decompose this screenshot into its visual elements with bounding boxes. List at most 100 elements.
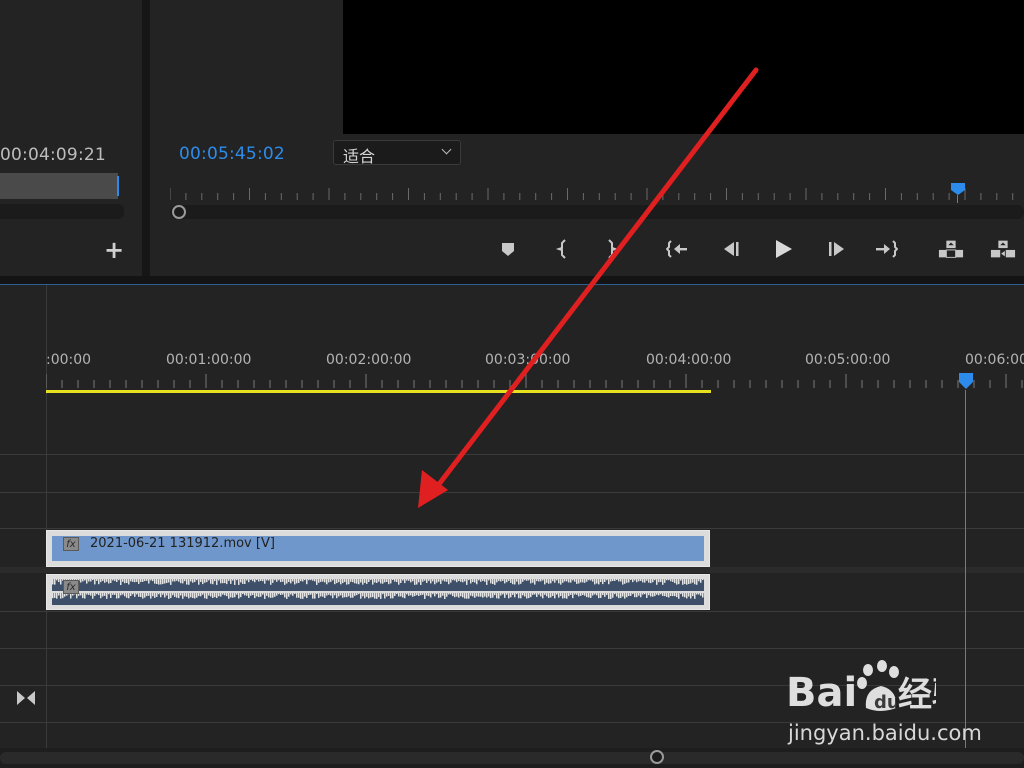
waveform-bar [344,593,346,598]
waveform-bar [276,579,278,582]
waveform-bar [132,593,134,595]
waveform-bar [384,593,386,599]
go-to-out-button[interactable] [873,236,899,262]
waveform-bar [390,579,392,584]
timeline-scroll-handle[interactable] [650,750,664,764]
waveform-bar [56,579,58,581]
program-time-ruler[interactable] [170,184,1024,204]
waveform-bar [616,593,618,597]
mark-in-button[interactable] [550,236,576,262]
lift-icon [938,240,964,258]
waveform-bar [552,593,554,596]
snap-icon[interactable] [16,690,36,706]
waveform-bar [342,579,344,584]
add-button[interactable]: + [104,238,124,262]
waveform-bar [296,593,298,598]
waveform-bar [308,593,310,596]
waveform-bar [398,579,400,585]
waveform-bar [562,593,564,599]
program-playhead[interactable] [950,182,966,196]
waveform-bar [206,579,208,583]
waveform-bar [648,579,650,583]
timeline-playhead[interactable] [958,372,974,390]
waveform-bar [580,579,582,583]
program-zoom-scrollbar[interactable] [170,205,1024,219]
waveform-bar [106,593,108,599]
panel-divider[interactable] [142,0,150,276]
waveform-bar [328,579,330,583]
waveform-bar [432,593,434,595]
waveform-bar [406,579,408,581]
waveform-bar [558,593,560,598]
step-back-button[interactable] [718,236,744,262]
waveform-bar [258,593,260,598]
waveform-bar [166,579,168,583]
add-marker-button[interactable] [495,236,521,262]
play-button[interactable] [770,236,796,262]
waveform-bar [478,593,480,597]
waveform-bar [380,579,382,584]
waveform-bar [134,593,136,597]
waveform-bar [620,593,622,598]
source-scrollbar[interactable] [0,204,124,219]
waveform-bar [490,593,492,599]
waveform-bar [480,593,482,597]
source-monitor-panel [0,0,142,276]
go-to-in-button[interactable] [665,236,691,262]
waveform-bar [110,593,112,598]
waveform-bar [412,593,414,597]
waveform-bar [440,593,442,598]
waveform-bar [136,579,138,582]
program-timecode[interactable]: 00:05:45:02 [179,144,285,164]
waveform-bar [700,579,702,583]
waveform-bar [374,579,376,583]
source-scrub-area[interactable] [0,173,118,199]
extract-button[interactable] [990,236,1016,262]
source-timecode[interactable]: 00:04:09:21 [0,145,106,165]
mark-out-button[interactable] [598,236,624,262]
zoom-dropdown[interactable]: 适合 [333,140,461,166]
waveform-bar [300,579,302,582]
waveform-bar [316,579,318,585]
waveform-bar [632,579,634,583]
waveform-bar [230,579,232,584]
video-clip[interactable]: fx 2021-06-21 131912.mov [V] [46,530,710,567]
waveform-bar [266,579,268,581]
marker-icon [502,243,514,256]
waveform-bar [690,579,692,584]
step-forward-button[interactable] [824,236,850,262]
waveform-bar [604,579,606,582]
audio-clip[interactable]: fx [46,574,710,610]
waveform-bar [662,593,664,596]
waveform-bar [218,579,220,581]
waveform-bar [540,579,542,582]
lift-button[interactable] [938,236,964,262]
waveform-bar [322,579,324,582]
waveform-bar [486,579,488,585]
waveform-bar [338,593,340,597]
waveform-bar [114,579,116,581]
waveform-bar [508,579,510,581]
waveform-bar [220,593,222,597]
waveform-bar [408,579,410,581]
program-scroll-handle[interactable] [172,205,186,219]
waveform-bar [658,579,660,583]
timeline-scrollbar[interactable] [0,752,1024,764]
video-audio-separator[interactable] [0,567,1024,573]
svg-text:du: du [874,692,900,713]
waveform-bar [340,593,342,596]
waveform-bar [634,593,636,598]
waveform-bar [360,593,362,599]
waveform-bar [246,579,248,581]
waveform-bar [502,579,504,581]
waveform-bar [296,579,298,584]
work-area-bar[interactable] [46,390,711,393]
waveform-bar [260,593,262,597]
waveform-bar [132,579,134,582]
waveform-bar [622,579,624,585]
waveform-bar [290,579,292,584]
waveform-bar [450,579,452,583]
waveform-bar [506,593,508,595]
waveform-bar [596,593,598,596]
waveform-bar [624,593,626,599]
